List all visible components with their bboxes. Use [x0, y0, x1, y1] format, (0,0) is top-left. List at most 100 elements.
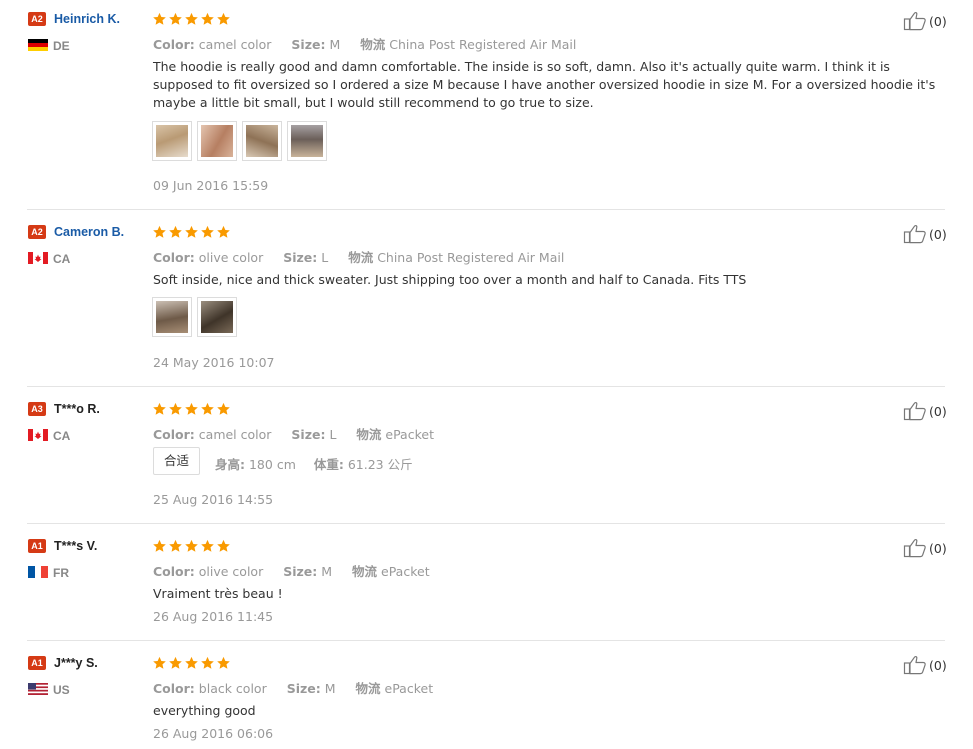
buyer-level-badge: A3 — [28, 402, 46, 416]
reviewer-name-link[interactable]: Cameron B. — [54, 225, 124, 239]
star-icon — [216, 539, 231, 553]
size-label: Size: — [283, 250, 318, 265]
star-icon — [184, 225, 199, 239]
helpful-button[interactable]: (0) — [903, 224, 947, 244]
star-rating — [152, 539, 231, 553]
thumbs-up-icon — [903, 224, 927, 244]
helpful-count: (0) — [929, 657, 947, 673]
size-label: Size: — [291, 427, 326, 442]
color-value: olive color — [198, 564, 264, 579]
helpful-count: (0) — [929, 540, 947, 556]
size-value: L — [321, 250, 329, 265]
flag-ca-icon — [28, 429, 48, 441]
review-divider — [27, 386, 945, 387]
reviewer-name: T***o R. — [54, 402, 100, 416]
review-photo-thumbnail[interactable] — [152, 121, 192, 161]
weight-value: 61.23 公斤 — [347, 457, 413, 472]
review-photo-thumbnail[interactable] — [152, 297, 192, 337]
size-value: L — [329, 427, 337, 442]
star-icon — [200, 539, 215, 553]
review-photo-thumbnail[interactable] — [287, 121, 327, 161]
star-rating — [152, 12, 231, 26]
thumbs-up-icon — [903, 11, 927, 31]
shipping-value: ePacket — [381, 564, 430, 579]
review-date: 24 May 2016 10:07 — [153, 355, 275, 370]
flag-de-icon — [28, 39, 48, 51]
review-item: A2 Heinrich K. DE Color: camel color Siz… — [0, 0, 973, 210]
star-icon — [152, 539, 167, 553]
buyer-level-badge: A2 — [28, 225, 46, 239]
helpful-button[interactable]: (0) — [903, 11, 947, 31]
reviewer-name: T***s V. — [54, 539, 98, 553]
star-icon — [200, 225, 215, 239]
star-icon — [184, 12, 199, 26]
flag-ca-icon — [28, 252, 48, 264]
review-divider — [27, 523, 945, 524]
star-icon — [216, 402, 231, 416]
size-label: Size: — [291, 37, 326, 52]
color-label: Color: — [153, 427, 195, 442]
review-date: 26 Aug 2016 06:06 — [153, 726, 274, 741]
review-text: The hoodie is really good and damn comfo… — [153, 59, 936, 110]
helpful-count: (0) — [929, 226, 947, 242]
review-photo-thumbnail[interactable] — [242, 121, 282, 161]
review-photo-thumbnail[interactable] — [197, 297, 237, 337]
flag-us-icon — [28, 683, 48, 695]
size-label: Size: — [286, 681, 321, 696]
shipping-value: ePacket — [385, 427, 434, 442]
buyer-level-badge: A1 — [28, 539, 46, 553]
order-info: Color: black color Size: M 物流 ePacket — [153, 678, 433, 697]
star-icon — [152, 656, 167, 670]
review-text: everything good — [153, 703, 256, 718]
color-value: olive color — [198, 250, 264, 265]
star-icon — [168, 402, 183, 416]
order-info: Color: olive color Size: M 物流 ePacket — [153, 561, 430, 580]
reviewer-country: US — [53, 683, 70, 697]
shipping-value: China Post Registered Air Mail — [377, 250, 565, 265]
body-stats: 身高: 180 cm 体重: 61.23 公斤 — [215, 454, 413, 473]
color-label: Color: — [153, 37, 195, 52]
helpful-button[interactable]: (0) — [903, 401, 947, 421]
star-icon — [168, 225, 183, 239]
fit-tag: 合适 — [153, 447, 201, 475]
star-icon — [216, 12, 231, 26]
shipping-value: ePacket — [384, 681, 434, 696]
helpful-count: (0) — [929, 13, 947, 29]
helpful-button[interactable]: (0) — [903, 538, 947, 558]
helpful-button[interactable]: (0) — [903, 655, 947, 675]
review-photos — [152, 297, 237, 337]
shipping-label: 物流 — [352, 564, 378, 579]
review-date: 26 Aug 2016 11:45 — [153, 609, 274, 624]
review-item: A2 Cameron B. CA Color: olive color Size… — [0, 213, 973, 386]
star-icon — [168, 656, 183, 670]
star-icon — [200, 12, 215, 26]
review-item: A3 T***o R. CA Color: camel color Size: … — [0, 390, 973, 523]
size-value: M — [324, 681, 336, 696]
helpful-count: (0) — [929, 403, 947, 419]
thumbs-up-icon — [903, 655, 927, 675]
color-value: black color — [198, 681, 267, 696]
star-icon — [200, 656, 215, 670]
star-icon — [216, 225, 231, 239]
star-icon — [184, 539, 199, 553]
reviewer-name-link[interactable]: Heinrich K. — [54, 12, 120, 26]
star-icon — [184, 656, 199, 670]
reviewer-country: FR — [53, 566, 69, 580]
review-text: Soft inside, nice and thick sweater. Jus… — [153, 272, 747, 287]
star-icon — [152, 402, 167, 416]
review-item: A1 J***y S. US Color: black color Size: … — [0, 644, 973, 749]
review-photo-thumbnail[interactable] — [197, 121, 237, 161]
star-icon — [168, 539, 183, 553]
review-date: 25 Aug 2016 14:55 — [153, 492, 274, 507]
review-text: Vraiment très beau ! — [153, 586, 283, 601]
height-label: 身高: — [215, 457, 245, 472]
review-divider — [27, 640, 945, 641]
color-label: Color: — [153, 564, 195, 579]
buyer-level-badge: A1 — [28, 656, 46, 670]
star-icon — [168, 12, 183, 26]
star-rating — [152, 402, 231, 416]
star-rating — [152, 656, 231, 670]
star-icon — [200, 402, 215, 416]
shipping-label: 物流 — [355, 681, 381, 696]
shipping-label: 物流 — [348, 250, 374, 265]
